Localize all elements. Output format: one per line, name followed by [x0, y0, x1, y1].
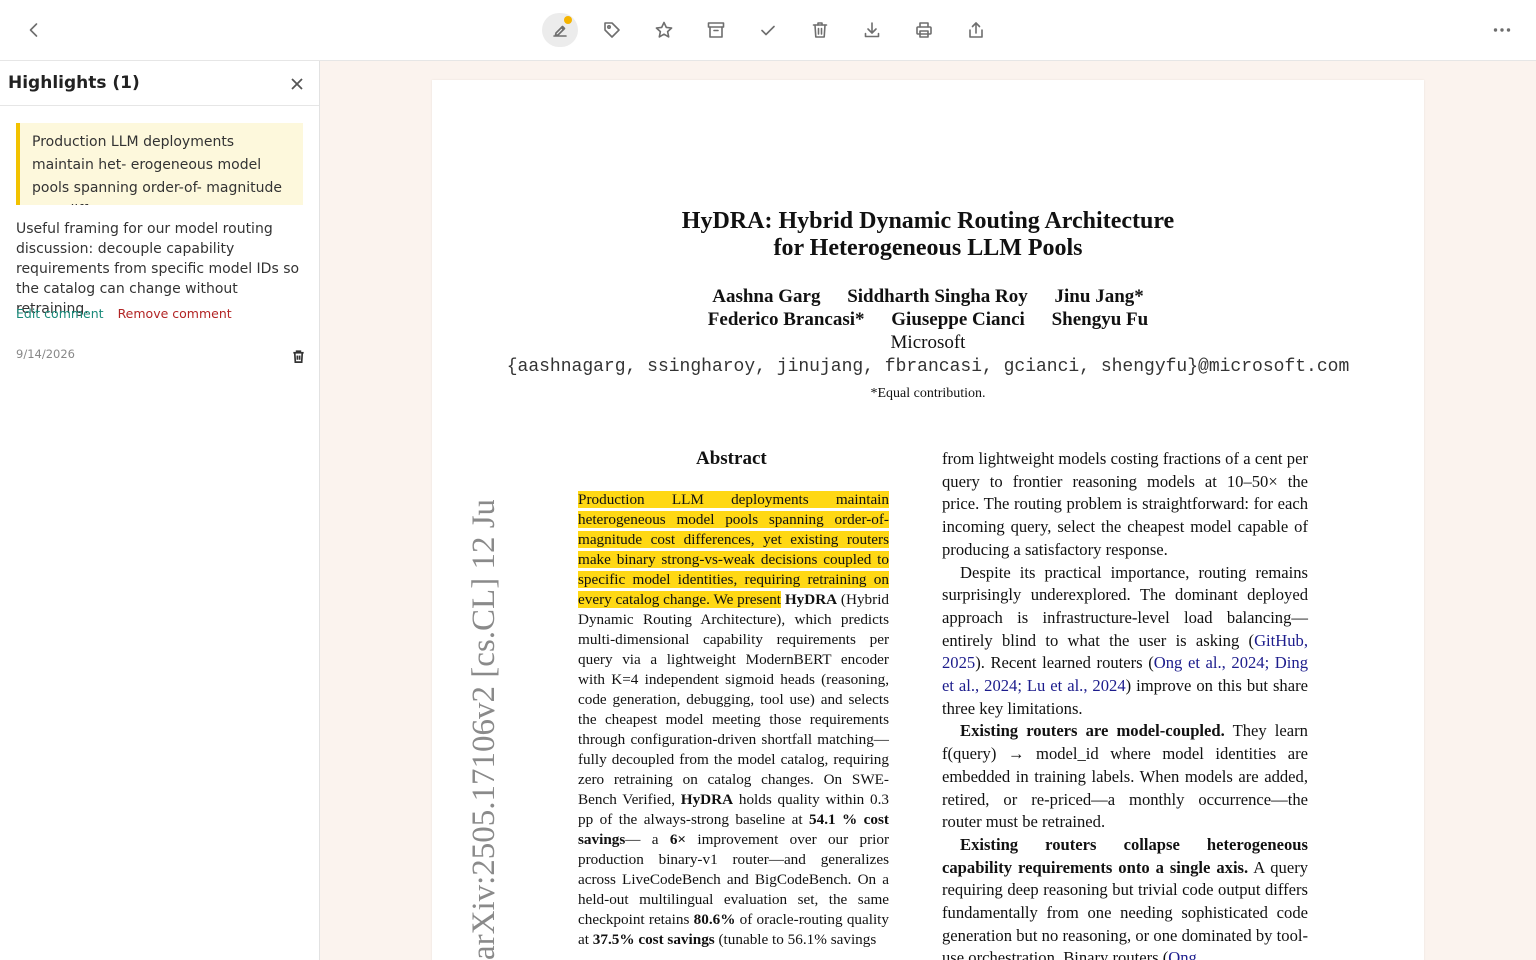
remove-comment-link[interactable]: Remove comment — [118, 306, 232, 321]
paper-title: HyDRA: Hybrid Dynamic Routing Architectu… — [432, 208, 1424, 262]
print-icon — [916, 22, 932, 38]
more-horizontal-icon — [1493, 28, 1511, 32]
top-toolbar — [0, 0, 1536, 61]
citation-link[interactable]: Ong — [1168, 948, 1197, 960]
abstract-text: — a — [625, 831, 659, 848]
edit-comment-link[interactable]: Edit comment — [16, 306, 104, 321]
abstract-body: Production LLM deployments maintain hete… — [578, 490, 889, 950]
back-button[interactable] — [16, 13, 52, 47]
delete-highlight-button[interactable] — [288, 346, 308, 366]
more-options-button[interactable] — [1484, 13, 1520, 47]
tag-button[interactable] — [594, 13, 630, 47]
trash-icon — [812, 22, 828, 38]
print-button[interactable] — [906, 13, 942, 47]
title-line-2: for Heterogeneous LLM Pools — [773, 235, 1083, 261]
favorite-button[interactable] — [646, 13, 682, 47]
check-icon — [761, 25, 775, 36]
affiliation: Microsoft — [890, 332, 966, 353]
star-icon — [655, 21, 673, 38]
intro-bold: Existing routers are model-coupled. — [960, 721, 1225, 741]
trash-icon — [292, 349, 304, 363]
highlight-quote[interactable]: Production LLM deployments maintain het-… — [16, 123, 303, 205]
abstract-heading: Abstract — [696, 448, 767, 469]
intro-paragraph: from lightweight models costing fraction… — [942, 449, 1308, 559]
chevron-left-icon — [29, 23, 38, 37]
highlights-title: Highlights (1) — [8, 73, 140, 93]
abstract-text: 80.6% — [693, 911, 736, 928]
pdf-page: HyDRA: Hybrid Dynamic Routing Architectu… — [432, 80, 1424, 960]
highlight-indicator-dot — [564, 16, 572, 24]
author: Shengyu Fu — [1051, 309, 1149, 330]
abstract-text: 37.5% cost savings — [592, 931, 715, 948]
author: Siddharth Singha Roy — [847, 286, 1028, 307]
highlight-date: 9/14/2026 — [16, 347, 75, 361]
authors-row-1: Aashna Garg Siddharth Singha Roy Jinu Ja… — [432, 286, 1424, 308]
abstract-text: 6× — [669, 831, 687, 848]
download-button[interactable] — [854, 13, 890, 47]
delete-button[interactable] — [802, 13, 838, 47]
share-icon — [969, 22, 983, 38]
highlight-actions: Edit comment Remove comment — [16, 306, 232, 321]
tag-icon — [604, 22, 620, 38]
authors-row-2: Federico Brancasi* Giuseppe Cianci Sheng… — [432, 309, 1424, 331]
highlights-panel: Highlights (1) Production LLM deployment… — [0, 61, 320, 960]
archive-icon — [707, 22, 725, 38]
share-button[interactable] — [958, 13, 994, 47]
close-icon — [291, 78, 303, 90]
abstract-text: (tunable to 56.1% savings — [718, 931, 877, 948]
archive-button[interactable] — [698, 13, 734, 47]
intro-paragraph: Despite its practical importance, routin… — [942, 562, 1308, 721]
intro-text: ). Recent learned routers ( — [975, 653, 1154, 673]
document-viewer[interactable]: HyDRA: Hybrid Dynamic Routing Architectu… — [320, 61, 1536, 960]
abstract-text: HyDRA — [680, 791, 734, 808]
intro-paragraph: Existing routers collapse heterogeneous … — [942, 834, 1308, 960]
intro-paragraph: Existing routers are model-coupled. They… — [942, 720, 1308, 834]
close-panel-button[interactable] — [286, 73, 308, 95]
author-emails: {aashnagarg, ssingharoy, jinujang, fbran… — [506, 357, 1350, 377]
author: Federico Brancasi* — [707, 309, 865, 330]
arxiv-stamp-text: arXiv:2505.17106v2 [cs.CL] 12 Jun 2026 — [466, 500, 500, 960]
mark-read-button[interactable] — [750, 13, 786, 47]
highlight-comment: Useful framing for our model routing dis… — [16, 221, 300, 317]
author: Jinu Jang* — [1054, 286, 1144, 307]
intro-column: from lightweight models costing fraction… — [942, 448, 1308, 960]
abstract-text: HyDRA — [784, 591, 838, 608]
author: Aashna Garg — [712, 286, 821, 307]
arxiv-stamp: arXiv:2505.17106v2 [cs.CL] 12 Jun 2026 — [460, 500, 500, 960]
highlight-button[interactable] — [542, 13, 578, 47]
highlights-panel-header: Highlights (1) — [0, 61, 319, 106]
equal-contribution-note: *Equal contribution. — [870, 386, 986, 401]
download-icon — [864, 22, 880, 38]
author: Giuseppe Cianci — [891, 309, 1025, 330]
title-line-1: HyDRA: Hybrid Dynamic Routing Architectu… — [681, 208, 1175, 234]
abstract-text: (Hybrid Dynamic Routing Architecture), w… — [578, 591, 890, 808]
